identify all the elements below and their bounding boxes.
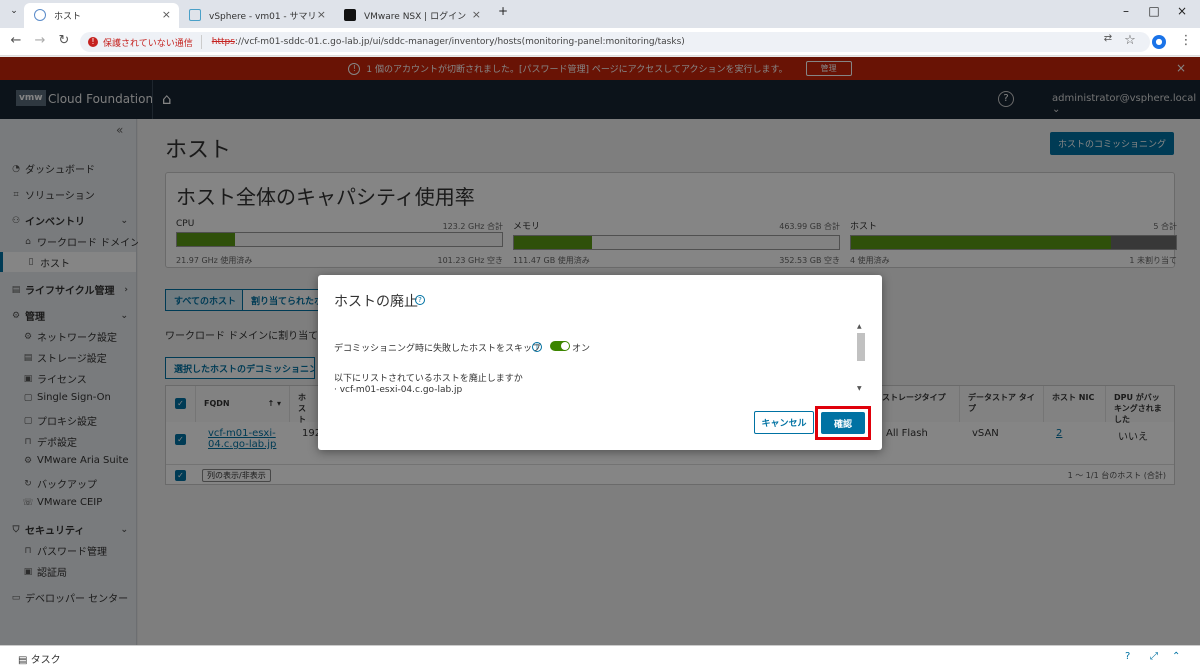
task-label: タスク bbox=[30, 655, 61, 666]
forward-icon[interactable]: → bbox=[32, 33, 48, 48]
security-label: 保護されていない通信 bbox=[103, 38, 193, 49]
back-icon[interactable]: ← bbox=[8, 33, 24, 48]
nsx-icon bbox=[344, 9, 356, 21]
help-icon[interactable]: ? bbox=[415, 295, 425, 305]
browser-menu-icon[interactable]: ⋮ bbox=[1178, 33, 1194, 48]
expand-icon[interactable]: ⤢ bbox=[1150, 651, 1158, 662]
url-path: ://vcf-m01-sddc-01.c.go-lab.jp/ui/sddc-m… bbox=[234, 37, 685, 47]
translate-icon[interactable]: ⇄ bbox=[1100, 33, 1116, 44]
cloud-icon bbox=[34, 9, 46, 21]
window-close-icon[interactable]: × bbox=[1172, 4, 1192, 18]
url-scheme: https bbox=[211, 37, 235, 47]
task-panel-bar: ▤ タスク ? ⤢ ⌃ bbox=[0, 645, 1200, 669]
confirm-button[interactable]: 確認 bbox=[821, 412, 865, 434]
skip-failed-label: デコミッショニング時に失敗したホストをスキップ bbox=[334, 344, 542, 354]
dialog-scrollbar[interactable]: ▲ ▼ bbox=[856, 323, 866, 395]
info-icon[interactable]: i bbox=[532, 342, 542, 352]
tab-title: vSphere - vm01 - サマリ bbox=[209, 12, 317, 22]
security-indicator[interactable]: ! 保護されていない通信 bbox=[88, 35, 202, 49]
confirm-highlight: 確認 bbox=[815, 406, 871, 440]
dialog-title: ホストの廃止 bbox=[334, 294, 418, 310]
toggle-state-label: オン bbox=[572, 344, 591, 354]
cancel-button[interactable]: キャンセル bbox=[754, 411, 814, 434]
new-tab-icon[interactable]: + bbox=[493, 4, 513, 18]
close-icon[interactable]: × bbox=[162, 8, 171, 21]
task-toggle[interactable]: ▤ タスク bbox=[18, 651, 61, 666]
close-icon[interactable]: × bbox=[317, 8, 326, 21]
help-icon[interactable]: ? bbox=[1125, 651, 1130, 662]
browser-tab-strip: ⌄ ホスト × vSphere - vm01 - サマリ × VMware NS… bbox=[0, 0, 1200, 28]
decommission-dialog: ホストの廃止 ? デコミッショニング時に失敗したホストをスキップ i オン 以下… bbox=[318, 275, 882, 450]
tab-list-chevron-icon[interactable]: ⌄ bbox=[4, 6, 24, 16]
minimize-icon[interactable]: – bbox=[1116, 4, 1136, 18]
host-list-item: · vcf-m01-esxi-04.c.go-lab.jp bbox=[334, 385, 463, 395]
address-bar: ← → ↻ ! 保護されていない通信 https ://vcf-m01-sddc… bbox=[0, 28, 1200, 56]
scroll-up-icon[interactable]: ▲ bbox=[857, 323, 862, 330]
host-name: vcf-m01-esxi-04.c.go-lab.jp bbox=[339, 385, 463, 395]
reload-icon[interactable]: ↻ bbox=[56, 33, 72, 48]
host-list-heading: 以下にリストされているホストを廃止しますか bbox=[334, 374, 523, 384]
scroll-down-icon[interactable]: ▼ bbox=[857, 385, 862, 392]
bookmark-star-icon[interactable]: ☆ bbox=[1122, 33, 1138, 48]
browser-tab-nsx[interactable]: VMware NSX | ログイン × bbox=[334, 3, 489, 28]
browser-tab-vsphere[interactable]: vSphere - vm01 - サマリ × bbox=[179, 3, 334, 28]
vsphere-icon bbox=[189, 9, 201, 21]
clipboard-icon: ▤ bbox=[18, 655, 28, 666]
skip-failed-toggle[interactable] bbox=[550, 341, 570, 351]
maximize-icon[interactable]: □ bbox=[1144, 4, 1164, 18]
url-field[interactable]: ! 保護されていない通信 https ://vcf-m01-sddc-01.c.… bbox=[80, 32, 1150, 52]
collapse-up-icon[interactable]: ⌃ bbox=[1172, 651, 1180, 662]
browser-tab-hosts[interactable]: ホスト × bbox=[24, 3, 179, 28]
tab-title: ホスト bbox=[54, 12, 82, 22]
tab-title: VMware NSX | ログイン bbox=[364, 12, 467, 22]
profile-icon[interactable]: ● bbox=[1152, 35, 1166, 49]
warning-icon: ! bbox=[88, 37, 98, 47]
scrollbar-thumb[interactable] bbox=[857, 333, 865, 361]
close-icon[interactable]: × bbox=[472, 8, 481, 21]
